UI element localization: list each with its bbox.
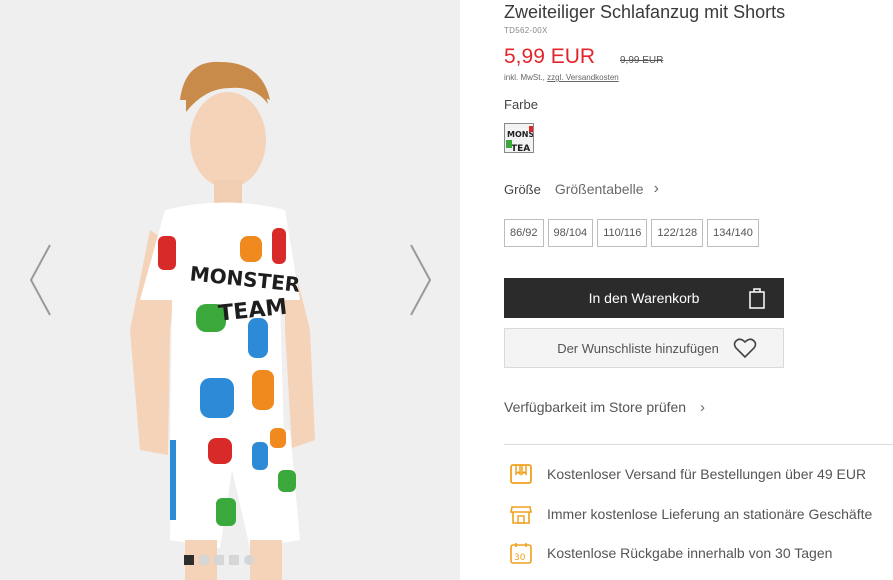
svg-text:30: 30	[514, 553, 526, 563]
product-photo: MONSTER TEAM	[0, 0, 460, 580]
benefit-text: Immer kostenlose Lieferung an stationäre…	[547, 506, 873, 522]
size-option[interactable]: 110/116	[597, 219, 648, 247]
add-to-cart-label: In den Warenkorb	[588, 290, 700, 306]
gallery-dot[interactable]	[214, 555, 224, 565]
add-to-cart-button[interactable]: In den Warenkorb	[504, 278, 784, 318]
store-icon	[508, 501, 534, 527]
divider	[504, 444, 893, 445]
gallery-prev-button[interactable]	[26, 240, 56, 320]
old-price: 9,99 EUR	[620, 55, 664, 66]
benefit-item: Immer kostenlose Lieferung an stationäre…	[508, 501, 872, 527]
chevron-right-icon: ›	[700, 399, 705, 416]
store-availability-link[interactable]: Verfügbarkeit im Store prüfen ›	[504, 399, 705, 416]
size-option[interactable]: 134/140	[707, 219, 759, 247]
benefit-text: Kostenlose Rückgabe innerhalb von 30 Tag…	[547, 545, 833, 561]
benefit-item: Kostenloser Versand für Bestellungen übe…	[508, 461, 866, 487]
shipping-costs-link[interactable]: zzgl. Versandkosten	[547, 73, 619, 82]
gallery-pagination	[184, 555, 254, 565]
product-gallery[interactable]: MONSTER TEAM	[0, 0, 460, 580]
size-option[interactable]: 86/92	[504, 219, 544, 247]
chevron-left-icon	[29, 244, 51, 316]
size-row: Größe Größentabelle ›	[504, 180, 659, 198]
color-label: Farbe	[504, 97, 538, 112]
current-price: 5,99 EUR	[504, 45, 596, 68]
gallery-dot[interactable]	[244, 555, 254, 565]
store-availability-label: Verfügbarkeit im Store prüfen	[504, 399, 687, 415]
heart-icon	[733, 338, 757, 359]
svg-text:TEA: TEA	[511, 144, 530, 153]
size-options: 86/92 98/104 110/116 122/128 134/140	[504, 219, 759, 247]
size-chart-link[interactable]: Größentabelle	[555, 181, 644, 197]
product-sku: TD562-00X	[504, 26, 548, 35]
chevron-right-icon: ›	[653, 180, 659, 197]
color-swatch-thumbnail: MONS TEA	[505, 124, 533, 153]
delivery-truck-icon	[508, 461, 534, 487]
gallery-dot[interactable]	[199, 555, 209, 565]
return-30-days-icon: 30	[508, 540, 534, 566]
tax-label: inkl. MwSt.,	[504, 73, 545, 82]
product-title: Zweiteiliger Schlafanzug mit Shorts	[504, 2, 786, 22]
chevron-right-icon	[410, 244, 432, 316]
size-option[interactable]: 98/104	[547, 219, 594, 247]
gallery-dot[interactable]	[229, 555, 239, 565]
tax-note: inkl. MwSt., zzgl. Versandkosten	[504, 73, 619, 82]
gallery-dot[interactable]	[184, 555, 194, 565]
size-label: Größe	[504, 181, 541, 197]
color-swatch[interactable]: MONS TEA	[504, 123, 534, 153]
shopping-bag-icon	[749, 288, 765, 309]
add-to-wishlist-button[interactable]: Der Wunschliste hinzufügen	[504, 328, 784, 368]
benefit-item: 30 Kostenlose Rückgabe innerhalb von 30 …	[508, 540, 832, 566]
gallery-next-button[interactable]	[405, 240, 435, 320]
size-option[interactable]: 122/128	[651, 219, 704, 247]
benefit-text: Kostenloser Versand für Bestellungen übe…	[547, 466, 867, 482]
add-to-wishlist-label: Der Wunschliste hinzufügen	[557, 340, 719, 356]
